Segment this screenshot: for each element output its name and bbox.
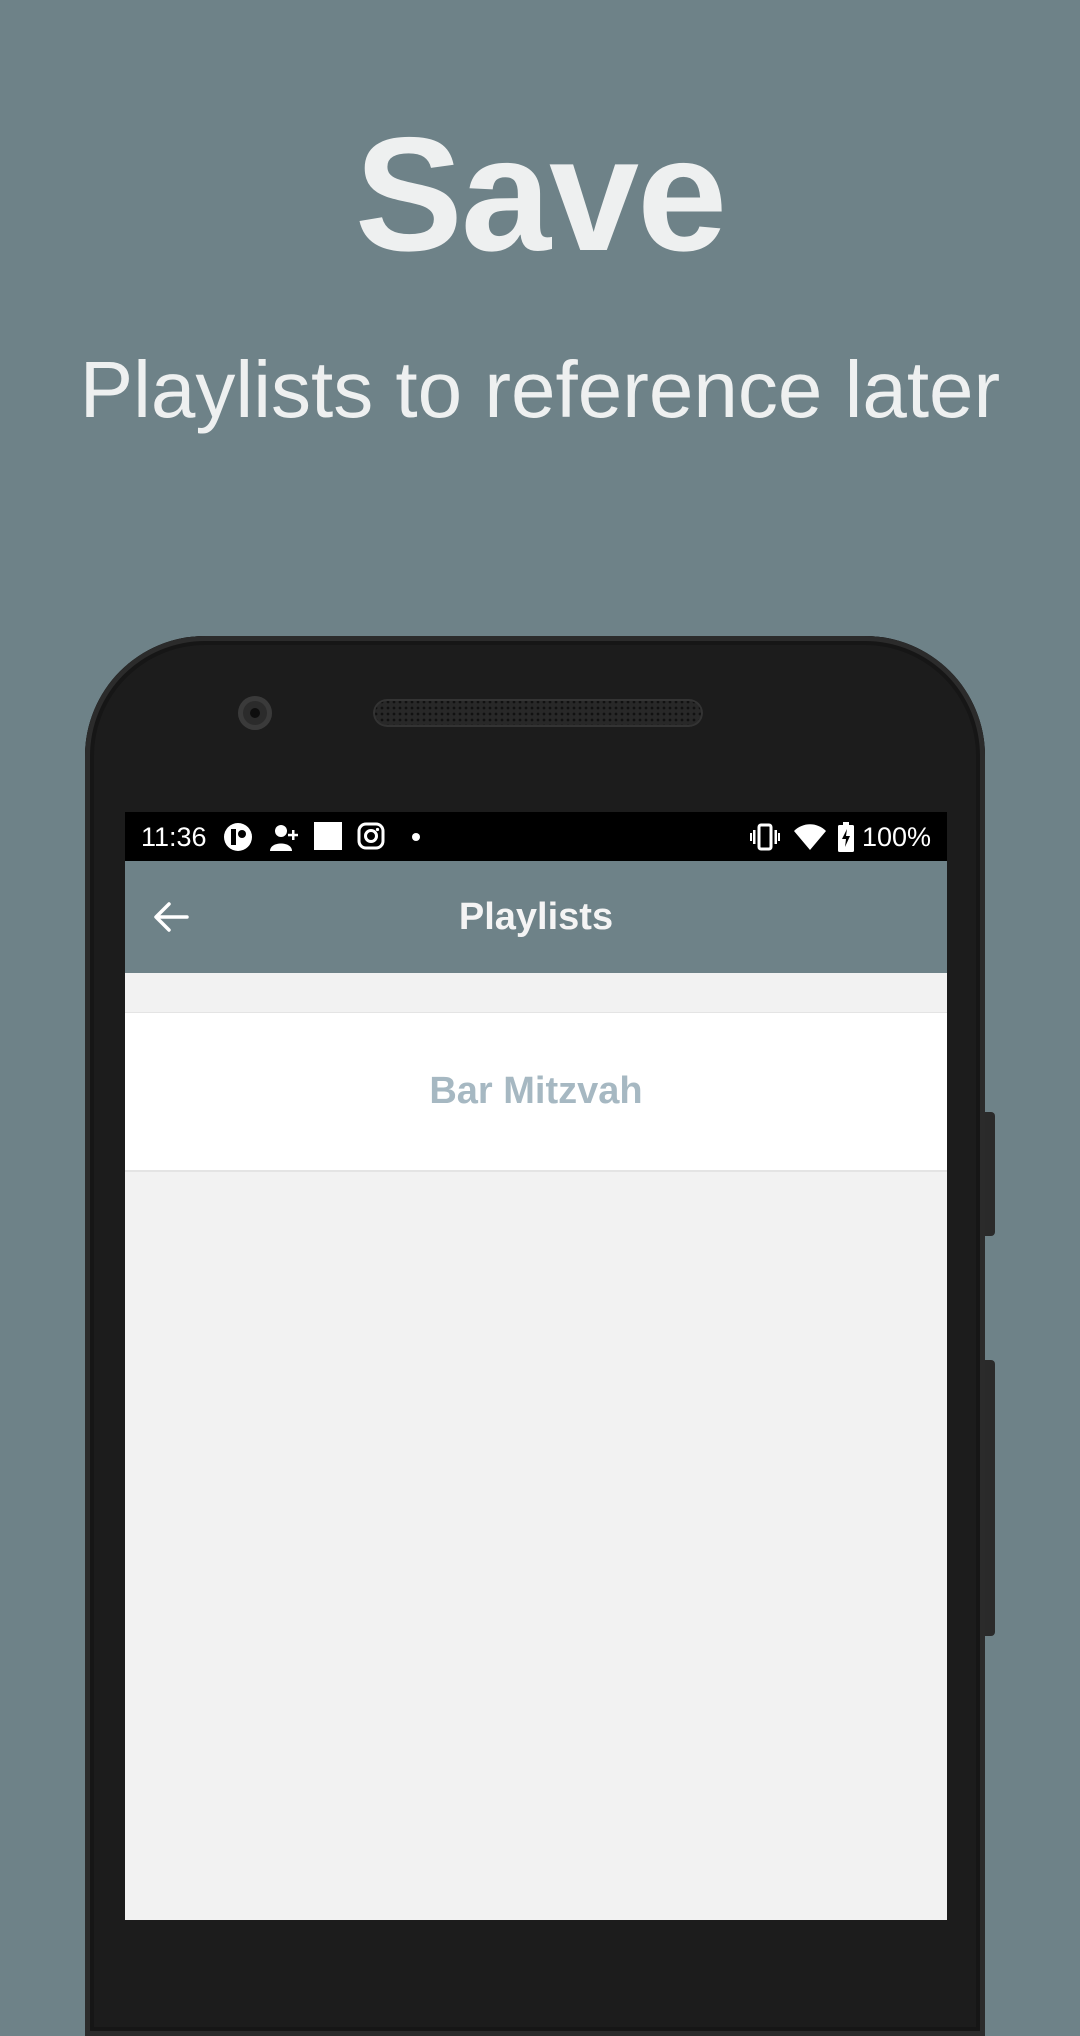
dot-icon <box>412 833 420 841</box>
status-bar: 11:36 100% <box>125 812 947 861</box>
front-camera <box>238 696 272 730</box>
app-bar: Playlists <box>125 861 947 973</box>
power-button <box>985 1360 995 1636</box>
vibrate-icon <box>750 823 780 851</box>
playlist-list: Bar Mitzvah <box>125 1012 947 1172</box>
volume-button <box>985 1112 995 1236</box>
playlist-item[interactable]: Bar Mitzvah <box>125 1012 947 1172</box>
battery-percentage: 100% <box>861 822 931 852</box>
app-notification-icon <box>224 823 252 851</box>
promo-subheadline: Playlists to reference later <box>79 345 1001 434</box>
phone-screen: 11:36 100% Playlists Bar Mitzvah <box>125 812 947 1920</box>
wifi-icon <box>794 824 826 850</box>
promo-headline: Save <box>354 104 727 285</box>
app-bar-title: Playlists <box>458 896 614 938</box>
instagram-icon <box>357 822 385 850</box>
white-square-icon <box>314 822 342 850</box>
status-time: 11:36 <box>141 822 207 852</box>
battery-charging-icon <box>838 822 854 852</box>
add-contact-icon <box>270 825 298 851</box>
playlist-item-label: Bar Mitzvah <box>429 1070 643 1112</box>
earpiece-speaker <box>373 699 703 727</box>
